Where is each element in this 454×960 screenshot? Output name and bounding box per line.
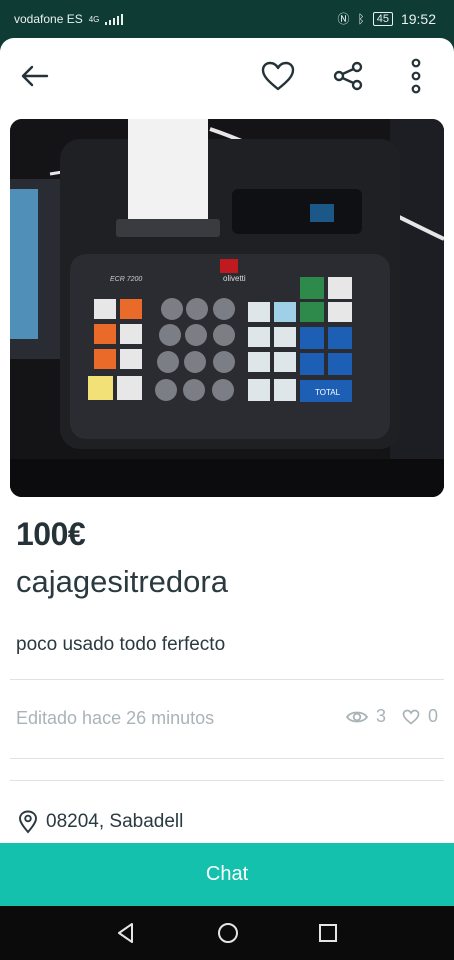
nav-recents-button[interactable] [314, 920, 342, 946]
product-photo[interactable]: olivetti ECR 7200 TOTAL [10, 119, 444, 497]
location-pin-icon [19, 810, 37, 834]
location-row[interactable]: 08204, Sabadell [18, 810, 183, 834]
nav-recents-icon [319, 924, 337, 942]
share-icon [333, 61, 363, 91]
nfc-icon: Ⓝ [337, 12, 350, 26]
divider [10, 780, 444, 781]
divider [10, 758, 444, 759]
chat-button[interactable]: Chat [0, 843, 454, 906]
share-button[interactable] [328, 56, 368, 96]
photo-total-text: TOTAL [315, 388, 341, 397]
divider [10, 679, 444, 680]
cash-register-illustration: olivetti ECR 7200 TOTAL [10, 119, 444, 497]
small-heart-icon [402, 709, 420, 725]
battery-icon: 45 [372, 11, 393, 26]
listing-stats: 3 0 [345, 706, 438, 727]
back-arrow-icon [21, 65, 49, 87]
listing-description: poco usado todo ferfecto [16, 634, 226, 655]
eye-icon [345, 711, 368, 722]
network-label: 4G [88, 14, 100, 24]
photo-model-text: ECR 7200 [110, 276, 142, 283]
listing-title: cajagesitredora [16, 564, 228, 599]
photo-brand-text: olivetti [223, 274, 246, 283]
location-label: 08204, Sabadell [46, 811, 184, 832]
top-toolbar [0, 38, 454, 112]
carrier-label: vodafone ES [14, 12, 83, 26]
more-options-button[interactable] [396, 56, 436, 96]
edited-time: Editado hace 26 minutos [16, 708, 215, 728]
signal-icon [105, 13, 124, 25]
status-left: vodafone ES 4G [14, 12, 124, 26]
views-count: 3 [375, 706, 386, 726]
nav-back-button[interactable] [112, 920, 140, 946]
favorites-count: 0 [427, 706, 438, 726]
battery-level: 45 [376, 12, 389, 25]
nav-back-icon [118, 923, 133, 943]
listing-screen: olivetti ECR 7200 TOTAL 100€ cajagesitre… [0, 38, 454, 906]
favorite-button[interactable] [258, 56, 298, 96]
price: 100€ [16, 516, 86, 552]
status-right: Ⓝ ᛒ 45 19:52 [337, 10, 436, 27]
system-nav-bar [0, 906, 454, 960]
status-bar: vodafone ES 4G Ⓝ ᛒ 45 19:52 [0, 0, 454, 38]
heart-icon [261, 61, 295, 91]
back-button[interactable] [14, 56, 54, 96]
nav-home-button[interactable] [214, 920, 242, 946]
clock: 19:52 [400, 10, 436, 27]
chat-button-label: Chat [205, 863, 249, 885]
nav-home-icon [218, 923, 238, 943]
more-vertical-icon [411, 58, 421, 94]
bluetooth-icon: ᛒ [357, 11, 365, 26]
